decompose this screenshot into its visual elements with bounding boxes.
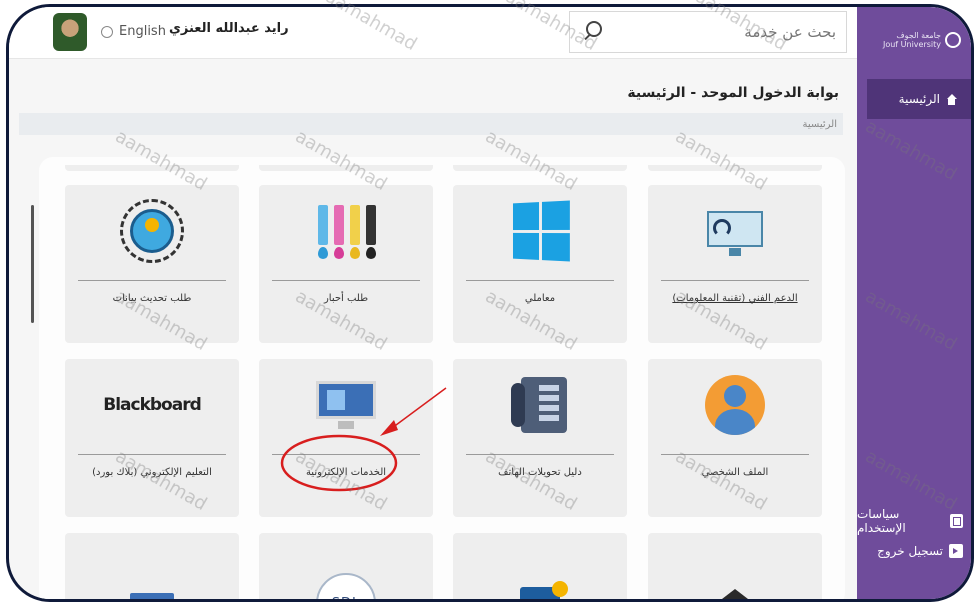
profile-person-icon [705,375,765,435]
windows-icon [512,200,570,262]
web-page-icon [130,593,174,599]
sidebar-item-label: سياسات الإستخدام [857,507,906,535]
page-title: بوابة الدخول الموحد - الرئيسية [627,85,839,101]
breadcrumb-item[interactable]: الرئيسية [803,119,837,130]
search-box [569,11,847,53]
document-icon [950,514,963,528]
telephone-icon [509,373,571,437]
user-name[interactable]: رايد عبدالله العنزي [169,21,289,36]
refresh-user-icon [120,199,184,263]
service-card[interactable] [65,533,239,599]
university-logo[interactable]: جامعة الجوف Jouf University [883,31,961,49]
top-bar: English رايد عبدالله العنزي [9,7,971,59]
user-avatar[interactable] [53,13,87,51]
tech-support-icon [703,205,767,257]
blackboard-logo: Blackboard [103,395,202,415]
service-card-label: طلب أحبار [323,293,369,304]
language-switch[interactable]: English [101,24,166,39]
globe-icon [101,25,113,38]
logout-icon [949,544,963,558]
scrollbar-thumb[interactable] [31,205,34,323]
language-label: English [119,24,166,39]
sidebar-item-label: تسجيل خروج [877,544,943,558]
graduation-cap-icon [709,589,761,599]
breadcrumb: الرئيسية [19,113,843,135]
brand-text: جامعة الجوف Jouf University [882,31,941,49]
service-card[interactable]: SDL [259,533,433,599]
sdl-logo: SDL [316,573,376,599]
service-card[interactable] [648,533,822,599]
sidebar-item-home[interactable]: الرئيسية [867,79,971,119]
service-card[interactable] [453,533,627,599]
logo-mark-icon [945,32,961,48]
sidebar-item-label: الرئيسية [898,92,940,106]
book-icon [520,581,568,599]
computer-monitor-icon [314,379,378,431]
service-card-blackboard[interactable]: Blackboard التعليم الإلكتروني (بلاك بورد… [65,359,239,517]
sidebar-item-logout[interactable]: تسجيل خروج [877,544,963,558]
ink-cartridges-icon [314,203,378,259]
home-icon [946,93,957,105]
